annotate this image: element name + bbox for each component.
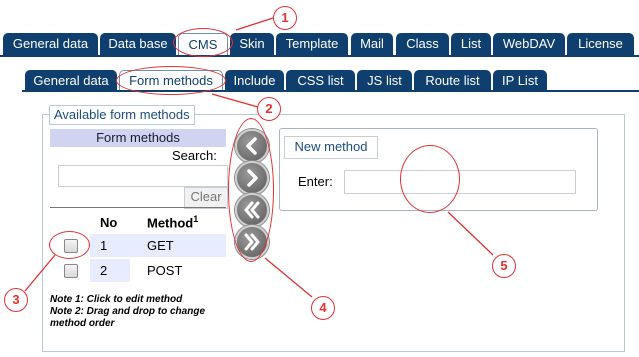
- callout-5: 5: [492, 254, 516, 278]
- callout-1: 1: [273, 6, 297, 30]
- callout-3: 3: [4, 288, 28, 312]
- callout-4: 4: [311, 296, 335, 320]
- callout-2: 2: [257, 97, 281, 121]
